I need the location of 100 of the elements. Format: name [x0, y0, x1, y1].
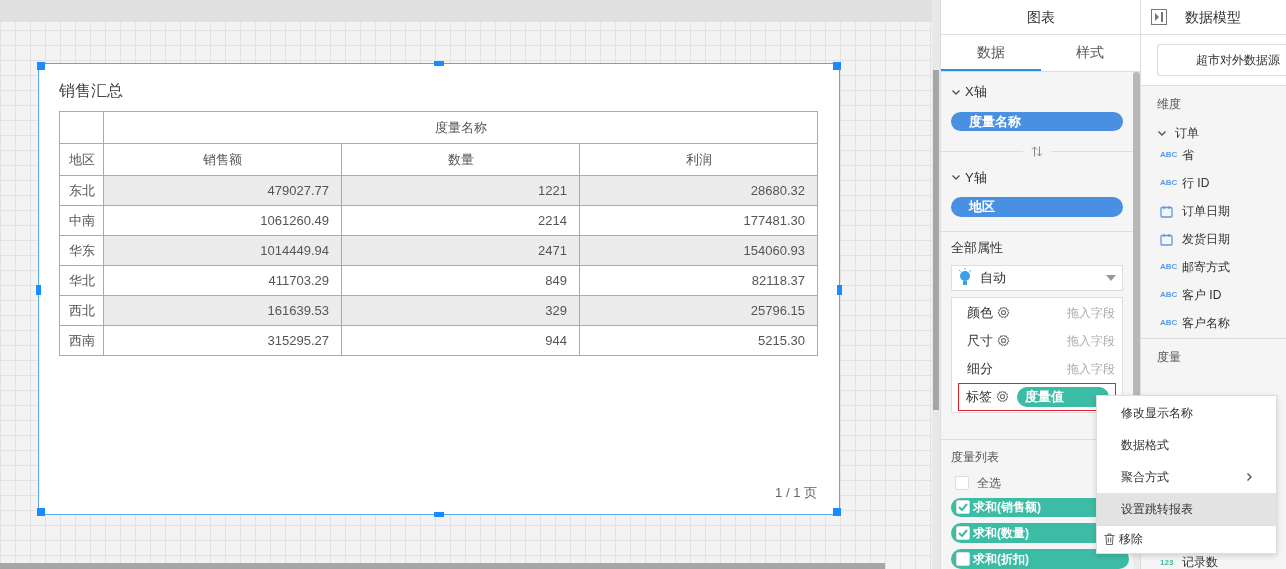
table-cell: 西北 [59, 295, 104, 326]
menu-item-label: 聚合方式 [1121, 469, 1170, 486]
table-widget[interactable]: 销售汇总 度量名称 地区 销售额 数量 利润 东北 479027.77 1221 28680.32 中南 1061260.49 2214 177481.30 华东 1014449.94 2471 154060.93 华北 411703.29 849 82118.37 西北 161639.53 329 25796.15 西南 315295.27 944 5215.30 1 / 1 页 [38, 63, 840, 515]
axis-label: Y轴 [965, 168, 987, 187]
trash-icon [1104, 533, 1115, 545]
tab[interactable]: 样式 [1040, 35, 1140, 71]
table-cell: 1061260.49 [103, 205, 342, 236]
type-label: ABC [1160, 263, 1176, 271]
column-header: 地区 [59, 143, 104, 176]
settings-icon[interactable] [997, 306, 1010, 320]
field-item[interactable]: 记录数 [1182, 556, 1218, 569]
resize-handle[interactable] [833, 508, 841, 516]
table-cell: 东北 [59, 175, 104, 206]
dropdown-value: 自动 [980, 269, 1007, 288]
canvas-scrollbar[interactable] [0, 563, 885, 569]
field-item[interactable]: 邮寄方式 [1182, 258, 1230, 276]
table-cell: 161639.53 [103, 295, 342, 326]
widget-title: 销售汇总 [59, 81, 124, 101]
table-cell: 华北 [59, 265, 104, 296]
calendar-icon [1160, 204, 1173, 218]
type-label: ABC [1160, 319, 1176, 327]
table-cell: 西南 [59, 325, 104, 356]
type-label: 123 [1160, 558, 1175, 567]
table-cell: 315295.27 [103, 325, 342, 356]
table-cell: 2214 [341, 205, 580, 236]
table-cell: 华东 [59, 235, 104, 266]
field-item[interactable]: 客户 ID [1182, 286, 1222, 304]
settings-icon[interactable] [996, 390, 1009, 404]
table-cell: 849 [341, 265, 580, 296]
column-header: 数量 [341, 143, 580, 176]
resize-handle[interactable] [434, 512, 444, 517]
chevron-right-icon[interactable] [1244, 472, 1254, 482]
table-cell: 479027.77 [103, 175, 342, 206]
measure-label: 求和(数量) [973, 525, 1029, 543]
column-header: 利润 [579, 143, 818, 176]
canvas-scrollbar[interactable] [933, 70, 939, 410]
chevron-down-icon[interactable] [1157, 128, 1167, 138]
checkbox[interactable] [956, 552, 970, 567]
group-label: 订单 [1175, 125, 1199, 142]
panel-title: 数据模型 [1185, 7, 1241, 27]
dropdown-caret-icon [1106, 274, 1116, 281]
mark-label: 标签 [966, 387, 992, 406]
field-item[interactable]: 省 [1182, 146, 1194, 164]
menu-item[interactable]: 设置跳转报表 [1097, 493, 1276, 525]
field-item[interactable]: 行 ID [1182, 174, 1210, 192]
field-item[interactable]: 发货日期 [1182, 230, 1230, 248]
type-label: ABC [1160, 151, 1176, 159]
resize-handle[interactable] [833, 62, 841, 70]
menu-item-label: 数据格式 [1121, 437, 1170, 454]
measure-label: 求和(折扣) [973, 551, 1029, 569]
column-header: 度量名称 [103, 111, 818, 144]
axis-label: X轴 [965, 83, 987, 101]
mark-label: 细分 [967, 359, 993, 378]
table-cell: 154060.93 [579, 235, 818, 266]
menu-item-label: 修改显示名称 [1121, 405, 1194, 422]
section-title: 全部属性 [950, 238, 1004, 257]
table-cell: 411703.29 [103, 265, 342, 296]
calendar-icon [1160, 232, 1173, 246]
table-cell: 177481.30 [579, 205, 818, 236]
resize-handle[interactable] [36, 285, 41, 295]
table-cell: 28680.32 [579, 175, 818, 206]
mark-label: 颜色 [967, 303, 993, 322]
table-cell: 25796.15 [579, 295, 818, 326]
field-item[interactable]: 客户名称 [1182, 314, 1230, 332]
menu-item[interactable]: 聚合方式 [1097, 461, 1276, 493]
settings-icon[interactable] [997, 334, 1010, 348]
lightbulb-icon [958, 267, 972, 288]
type-label: ABC [1160, 291, 1176, 299]
resize-handle[interactable] [37, 62, 45, 70]
resize-handle[interactable] [837, 285, 842, 295]
pagination-label: 1 / 1 页 [775, 483, 817, 502]
type-label: ABC [1160, 179, 1176, 187]
table-cell: 中南 [59, 205, 104, 236]
measure-label: 求和(销售额) [973, 499, 1041, 517]
table-cell: 5215.30 [579, 325, 818, 356]
table-cell: 944 [341, 325, 580, 356]
menu-item[interactable]: 数据格式 [1097, 429, 1276, 461]
resize-handle[interactable] [434, 61, 444, 66]
mark-label: 尺寸 [967, 331, 993, 350]
collapse-panel-icon[interactable] [1151, 9, 1167, 25]
table-cell: 329 [341, 295, 580, 326]
table-cell: 2471 [341, 235, 580, 266]
checkbox[interactable] [956, 526, 970, 541]
section-title: 度量 [1156, 349, 1182, 366]
data-source-selector[interactable]: 超市对外数据源 [1157, 44, 1286, 76]
field-item[interactable]: 订单日期 [1182, 202, 1230, 220]
chart-type-dropdown[interactable]: 自动 [951, 265, 1123, 291]
resize-handle[interactable] [37, 508, 45, 516]
column-header: 销售额 [103, 143, 342, 176]
section-title: 维度 [1156, 96, 1182, 113]
table-cell: 1014449.94 [103, 235, 342, 266]
table-cell: 82118.37 [579, 265, 818, 296]
select-all-label: 全选 [977, 474, 1001, 492]
swap-icon[interactable] [1031, 145, 1043, 157]
section-title: 度量列表 [950, 448, 1000, 466]
checkbox[interactable] [955, 475, 969, 490]
checkbox[interactable] [956, 500, 970, 515]
menu-item[interactable]: 移除 [1097, 526, 1276, 552]
table-cell: 1221 [341, 175, 580, 206]
table-cell [59, 111, 104, 144]
